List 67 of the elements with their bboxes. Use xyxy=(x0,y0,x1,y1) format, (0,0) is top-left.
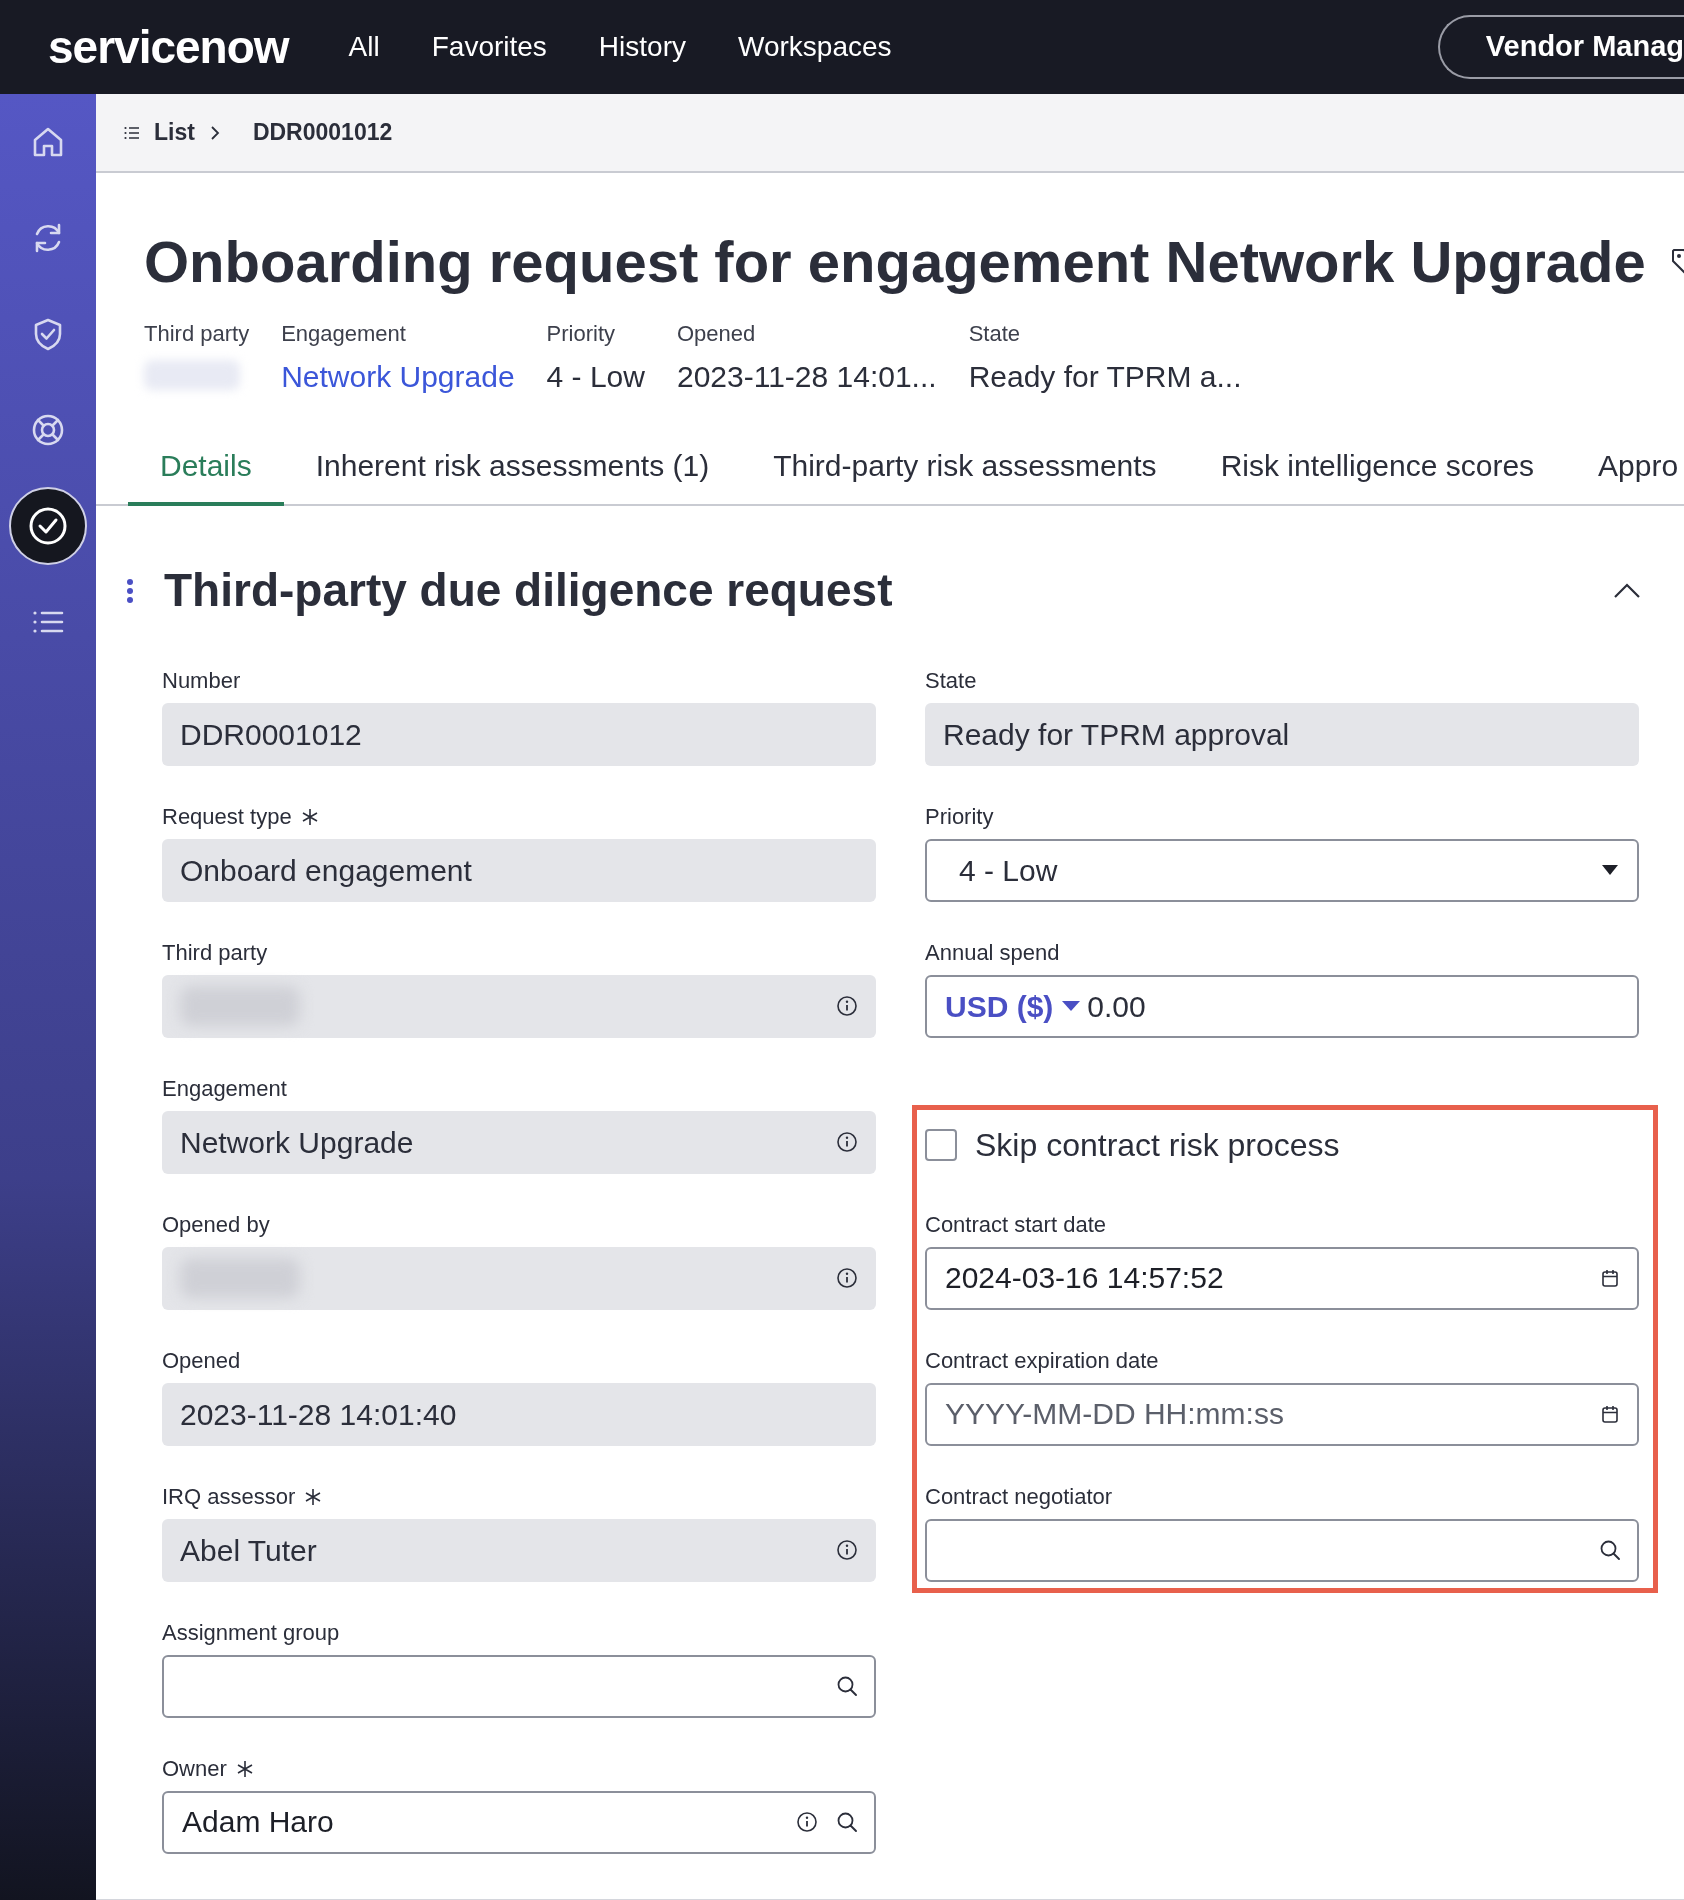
input-field[interactable]: 2024-03-16 14:57:52 xyxy=(925,1246,1639,1310)
search-icon[interactable] xyxy=(836,1811,858,1834)
field-label: Number xyxy=(162,666,241,695)
currency-field[interactable]: USD ($) 0.00 xyxy=(925,974,1639,1038)
tab[interactable]: Risk intelligence scores xyxy=(1188,434,1567,506)
field-label: IRQ assessor xyxy=(162,1482,296,1511)
field-label: Annual spend xyxy=(925,938,1060,967)
tab[interactable]: Appro xyxy=(1566,434,1684,506)
currency-dropdown[interactable]: USD ($) xyxy=(945,983,1082,1029)
summary-label: Engagement xyxy=(281,319,407,348)
field-label: Owner xyxy=(162,1754,227,1783)
field-label: Contract expiration date xyxy=(925,1346,1159,1375)
field-label: Contract start date xyxy=(925,1210,1106,1239)
input-field[interactable]: Adam Haro xyxy=(162,1790,876,1854)
field-label: Contract negotiator xyxy=(925,1482,1113,1511)
summary-label: Priority xyxy=(546,319,617,348)
checkbox[interactable] xyxy=(925,1128,957,1161)
calendar-icon[interactable] xyxy=(1599,1403,1621,1426)
servicenow-logo[interactable]: servicenow xyxy=(48,12,289,82)
summary-label: Third party xyxy=(144,319,250,348)
tab[interactable]: Inherent risk assessments (1) xyxy=(283,434,742,506)
summary-label: Opened xyxy=(677,319,757,348)
chevron-up-icon[interactable] xyxy=(1612,581,1642,600)
engagement-link[interactable]: Network Upgrade xyxy=(281,353,515,399)
select-field[interactable]: 4 - Low xyxy=(925,838,1639,902)
field-label: Priority xyxy=(925,802,994,831)
breadcrumb-current: DDR0001012 xyxy=(252,118,393,148)
caret-down-icon xyxy=(1061,1000,1082,1013)
field-label: State xyxy=(925,666,977,695)
chevron-right-icon xyxy=(208,123,221,142)
readonly-field: Network Upgrade xyxy=(162,1110,876,1174)
field-label: Opened by xyxy=(162,1210,270,1239)
nav-menu-item[interactable]: Favorites xyxy=(431,26,547,68)
field-label: Opened xyxy=(162,1346,241,1375)
section-title: Third-party due diligence request xyxy=(164,563,893,619)
list-icon xyxy=(124,125,140,140)
input-field[interactable]: YYYY-MM-DD HH:mm:ss xyxy=(925,1382,1639,1446)
field-label: Request type xyxy=(162,802,292,831)
field-label: Engagement xyxy=(162,1074,287,1103)
nav-menu-item[interactable]: Workspaces xyxy=(738,26,892,68)
record-title: Onboarding request for engagement Network Upgrade xyxy=(144,228,1646,296)
tab[interactable]: Third-party risk assessments xyxy=(741,434,1189,506)
readonly-field: Abel Tuter xyxy=(162,1518,876,1582)
breadcrumb-link[interactable]: List xyxy=(154,115,195,150)
summary-label: State xyxy=(968,319,1021,348)
nav-menu-item[interactable]: All xyxy=(348,26,380,68)
tab[interactable]: Details xyxy=(128,434,284,506)
caret-down-icon xyxy=(1601,864,1619,877)
workspace-button[interactable]: Vendor Manag xyxy=(1437,15,1684,79)
field-label: Assignment group xyxy=(162,1618,340,1647)
search-icon[interactable] xyxy=(1599,1539,1621,1562)
readonly-field: Ready for TPRM approval xyxy=(925,702,1639,766)
summary-value: Ready for TPRM a... xyxy=(968,358,1242,395)
field-label: Third party xyxy=(162,938,268,967)
calendar-icon[interactable] xyxy=(1599,1267,1621,1290)
search-icon[interactable] xyxy=(836,1675,858,1698)
readonly-field: DDR0001012 xyxy=(162,702,876,766)
nav-menu-item[interactable]: History xyxy=(598,26,686,68)
summary-value: 2023-11-28 14:01... xyxy=(677,358,937,395)
lifebuoy-icon[interactable] xyxy=(30,412,66,448)
input-field[interactable] xyxy=(925,1518,1639,1582)
more-options-icon[interactable] xyxy=(126,577,134,604)
checkbox-label: Skip contract risk process xyxy=(975,1125,1340,1165)
readonly-field: Onboard engagement xyxy=(162,838,876,902)
summary-value: 4 - Low xyxy=(546,358,645,395)
readonly-field: 2023-11-28 14:01:40 xyxy=(162,1382,876,1446)
input-field[interactable] xyxy=(162,1654,876,1718)
